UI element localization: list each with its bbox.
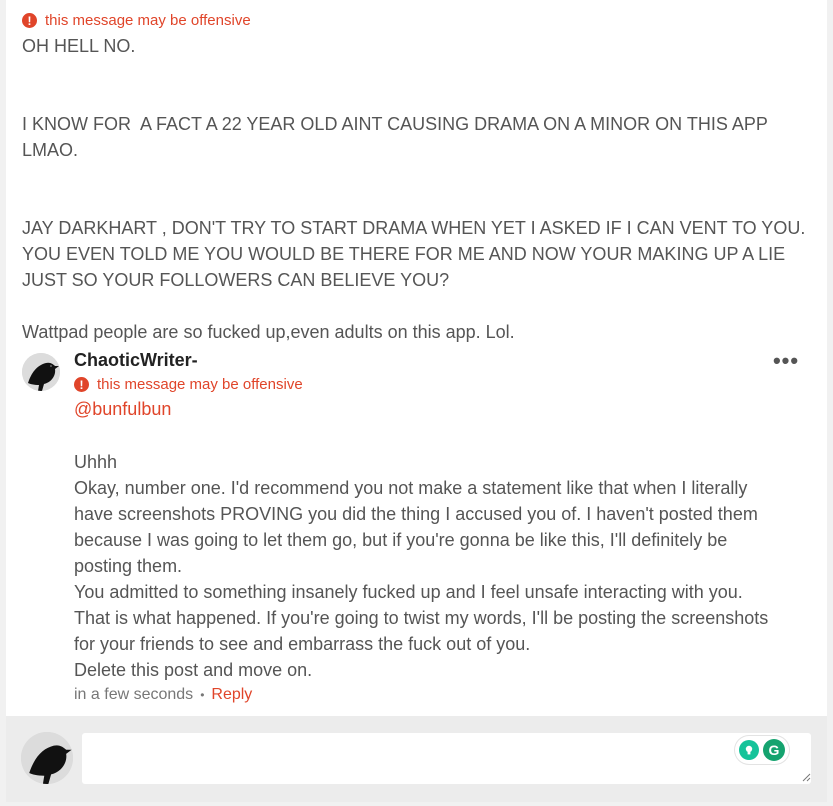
post-line: Wattpad people are so fucked up,even adu… — [22, 322, 515, 342]
crow-avatar-icon — [21, 732, 73, 784]
post-line — [22, 85, 807, 111]
grammarly-icon[interactable]: G — [763, 739, 785, 761]
offensive-warning-text: this message may be offensive — [97, 376, 303, 393]
reply-author[interactable]: ChaoticWriter- — [74, 346, 774, 374]
separator-bullet: • — [200, 688, 205, 702]
post-line — [22, 59, 807, 85]
alert-icon: ! — [22, 13, 37, 28]
comment-input[interactable] — [82, 733, 811, 784]
post-line — [22, 189, 807, 215]
offensive-warning: ! this message may be offensive — [74, 376, 774, 393]
current-user-avatar — [21, 732, 73, 784]
reply-comment: ChaoticWriter- ! this message may be off… — [74, 346, 774, 707]
grammarly-widget[interactable]: G — [735, 736, 789, 764]
offensive-warning: ! this message may be offensive — [22, 12, 251, 29]
lightbulb-icon[interactable] — [739, 740, 759, 760]
avatar[interactable] — [22, 353, 60, 391]
reply-line: Okay, number one. I'd recommend you not … — [74, 478, 758, 576]
reply-line: Delete this post and move on. — [74, 660, 313, 680]
post-line: I KNOW FOR A FACT A 22 YEAR OLD AINT CAU… — [22, 114, 773, 160]
post-line: JAY DARKHART , DON'T TRY TO START DRAMA … — [22, 218, 811, 290]
comment-composer: G — [6, 716, 827, 802]
reply-body: Uhhh Okay, number one. I'd recommend you… — [74, 449, 774, 683]
offensive-warning-text: this message may be offensive — [45, 12, 251, 29]
post-line: OH HELL NO. — [22, 36, 136, 56]
reply-link[interactable]: Reply — [211, 683, 252, 707]
reply-line: You admitted to something insanely fucke… — [74, 582, 769, 654]
resize-handle-icon[interactable] — [801, 772, 811, 782]
post-line — [22, 163, 807, 189]
reply-meta: in a few seconds • Reply — [74, 683, 774, 707]
post-line — [22, 293, 807, 319]
crow-avatar-icon — [22, 353, 60, 391]
comment-card: ! this message may be offensive OH HELL … — [6, 0, 827, 716]
reply-line: Uhhh — [74, 452, 118, 472]
user-mention[interactable]: @bunfulbun — [74, 399, 774, 420]
timestamp: in a few seconds — [74, 686, 194, 703]
alert-icon: ! — [74, 377, 89, 392]
post-message: OH HELL NO. I KNOW FOR A FACT A 22 YEAR … — [22, 33, 807, 345]
more-options-button[interactable]: ••• — [772, 348, 800, 374]
